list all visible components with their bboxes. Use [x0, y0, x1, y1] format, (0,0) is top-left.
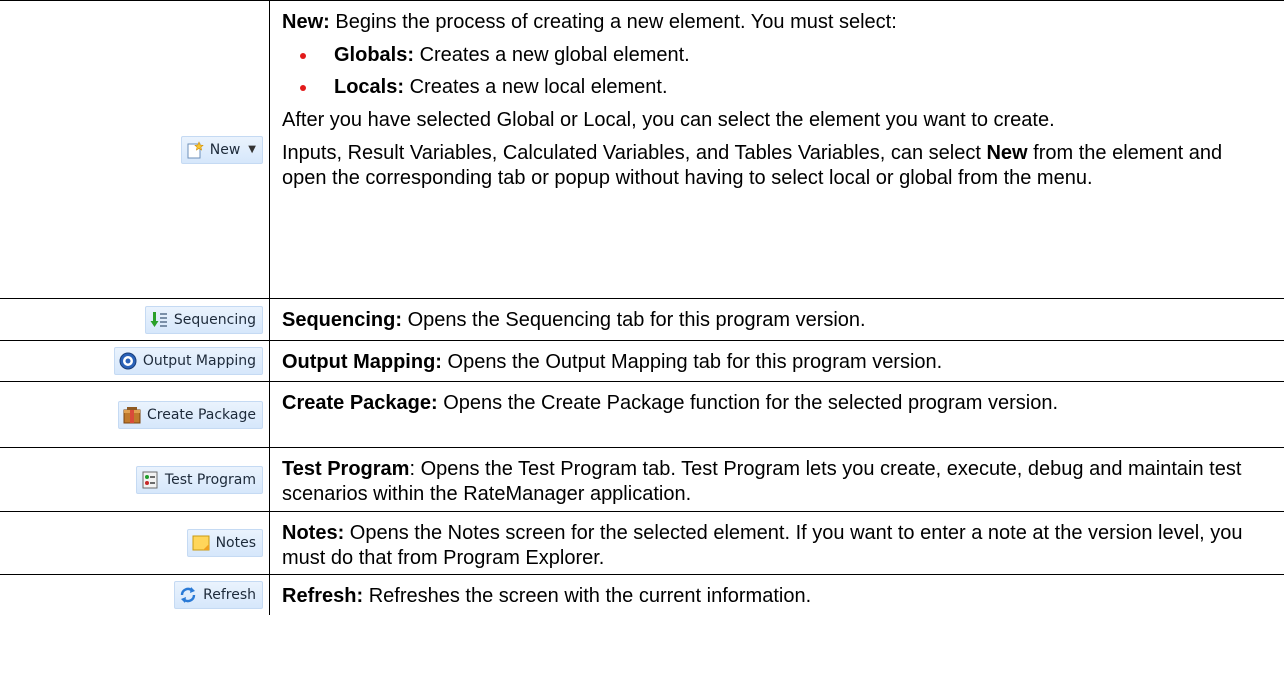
new-para2: After you have selected Global or Local,… [282, 109, 1055, 131]
new-intro: New: Begins the process of creating a ne… [282, 10, 1272, 35]
description-cell-new: New: Begins the process of creating a ne… [270, 1, 1284, 298]
refresh-description: Refresh: Refreshes the screen with the c… [282, 584, 1272, 609]
table-row-refresh: Refresh Refresh: Refreshes the screen wi… [0, 574, 1284, 615]
refresh-button-label: Refresh [203, 587, 256, 603]
description-cell-refresh: Refresh: Refreshes the screen with the c… [270, 575, 1284, 615]
new-options-list: Globals: Creates a new global element. L… [282, 43, 1272, 100]
sequencing-text: Opens the Sequencing tab for this progra… [402, 309, 866, 331]
refresh-arrows-icon [179, 586, 197, 604]
notes-text: Opens the Notes screen for the selected … [282, 522, 1243, 569]
description-cell-create-package: Create Package: Opens the Create Package… [270, 382, 1284, 447]
toolbar-reference-table: New ▼ New: Begins the process of creatin… [0, 0, 1284, 615]
locals-text: Creates a new local element. [404, 76, 668, 98]
list-item: Globals: Creates a new global element. [300, 43, 1272, 68]
test-program-icon [141, 471, 159, 489]
sequencing-button-label: Sequencing [173, 311, 256, 328]
button-cell-output-mapping: Output Mapping [0, 341, 270, 381]
table-row-test-program: Test Program Test Program: Opens the Tes… [0, 447, 1284, 511]
new-title: New: [282, 11, 330, 33]
refresh-title: Refresh: [282, 585, 364, 607]
sequencing-arrow-icon [150, 311, 168, 329]
description-cell-notes: Notes: Opens the Notes screen for the se… [270, 512, 1284, 574]
table-row-sequencing: Sequencing Sequencing: Opens the Sequenc… [0, 298, 1284, 340]
create-package-text: Opens the Create Package function for th… [437, 392, 1058, 414]
create-package-description: Create Package: Opens the Create Package… [282, 391, 1272, 416]
notes-description: Notes: Opens the Notes screen for the se… [282, 521, 1272, 571]
output-mapping-description: Output Mapping: Opens the Output Mapping… [282, 350, 1272, 375]
create-package-button-label: Create Package [147, 406, 256, 423]
create-package-title: Create Package: [282, 392, 438, 414]
new-intro-text: Begins the process of creating a new ele… [329, 11, 897, 33]
button-cell-sequencing: Sequencing [0, 299, 270, 340]
new-para3-pre: Inputs, Result Variables, Calculated Var… [282, 142, 987, 164]
button-cell-new: New ▼ [0, 1, 270, 298]
sequencing-title: Sequencing: [282, 309, 403, 331]
sequencing-button[interactable]: Sequencing [144, 305, 263, 334]
output-mapping-text: Opens the Output Mapping tab for this pr… [441, 351, 943, 373]
chevron-down-icon[interactable]: ▼ [248, 144, 256, 155]
package-box-icon [123, 406, 141, 424]
test-program-text: : Opens the Test Program tab. Test Progr… [282, 458, 1242, 505]
globals-label: Globals: [334, 44, 415, 66]
output-mapping-button-label: Output Mapping [142, 353, 256, 369]
notes-title: Notes: [282, 522, 345, 544]
new-para3: Inputs, Result Variables, Calculated Var… [282, 141, 1272, 191]
new-button-label: New [209, 141, 241, 158]
table-row-new: New ▼ New: Begins the process of creatin… [0, 0, 1284, 298]
output-mapping-circle-icon [119, 352, 137, 370]
sequencing-description: Sequencing: Opens the Sequencing tab for… [282, 308, 1272, 333]
table-row-output-mapping: Output Mapping Output Mapping: Opens the… [0, 340, 1284, 381]
output-mapping-button[interactable]: Output Mapping [113, 347, 263, 375]
description-cell-output-mapping: Output Mapping: Opens the Output Mapping… [270, 341, 1284, 381]
new-para3-bold: New [986, 142, 1028, 164]
note-sticky-icon [192, 534, 210, 552]
output-mapping-title: Output Mapping: [282, 351, 442, 373]
refresh-button[interactable]: Refresh [174, 581, 263, 609]
test-program-button-label: Test Program [164, 471, 256, 488]
globals-text: Creates a new global element. [414, 44, 690, 66]
description-cell-test-program: Test Program: Opens the Test Program tab… [270, 448, 1284, 511]
test-program-title: Test Program [282, 458, 410, 480]
button-cell-notes: Notes [0, 512, 270, 574]
table-row-notes: Notes Notes: Opens the Notes screen for … [0, 511, 1284, 574]
notes-button[interactable]: Notes [186, 529, 263, 557]
button-cell-refresh: Refresh [0, 575, 270, 615]
button-cell-create-package: Create Package [0, 382, 270, 447]
description-cell-sequencing: Sequencing: Opens the Sequencing tab for… [270, 299, 1284, 340]
refresh-text: Refreshes the screen with the current in… [363, 585, 812, 607]
create-package-button[interactable]: Create Package [118, 400, 263, 429]
test-program-button[interactable]: Test Program [135, 465, 263, 494]
test-program-description: Test Program: Opens the Test Program tab… [282, 457, 1272, 507]
button-cell-test-program: Test Program [0, 448, 270, 511]
locals-label: Locals: [334, 76, 405, 98]
table-row-create-package: Create Package Create Package: Opens the… [0, 381, 1284, 447]
new-document-star-icon [186, 140, 204, 159]
new-button[interactable]: New ▼ [180, 135, 263, 164]
notes-button-label: Notes [215, 535, 256, 551]
list-item: Locals: Creates a new local element. [300, 75, 1272, 100]
